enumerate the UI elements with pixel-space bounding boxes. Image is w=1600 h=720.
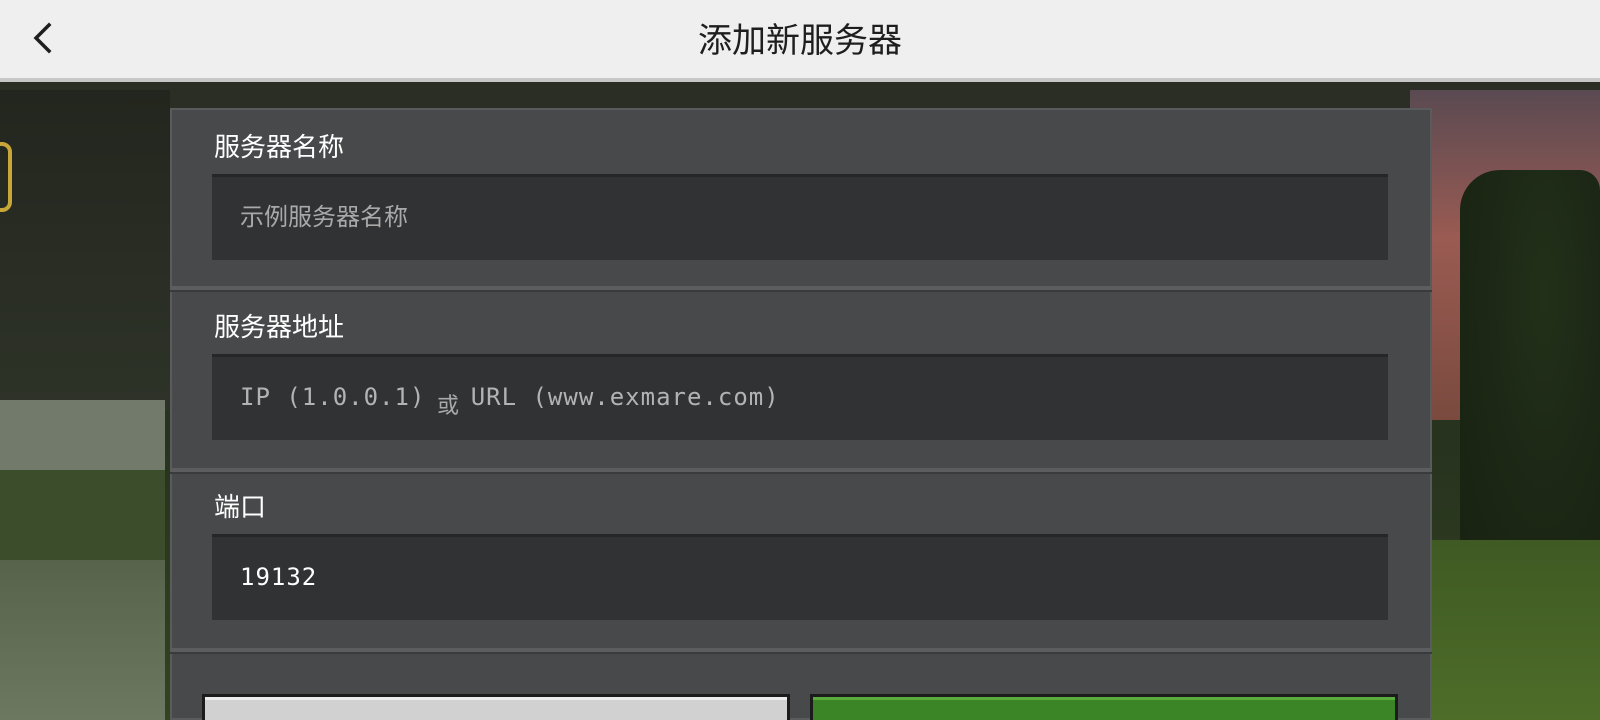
background-grass xyxy=(1410,540,1600,720)
placeholder-or-text: 或 xyxy=(437,394,460,419)
background-grass-block xyxy=(0,470,165,560)
port-value: 19132 xyxy=(240,563,318,591)
placeholder-ip-example: IP (1.0.0.1) xyxy=(240,383,426,411)
server-name-placeholder: 示例服务器名称 xyxy=(240,203,408,231)
server-name-label: 服务器名称 xyxy=(214,133,345,163)
server-address-label: 服务器地址 xyxy=(214,313,345,343)
server-address-placeholder: IP (1.0.0.1) 或 URL (www.exmare.com) xyxy=(240,354,780,440)
top-bar: 添加新服务器 xyxy=(0,0,1600,82)
port-input[interactable]: 19132 xyxy=(212,534,1388,620)
chevron-left-icon xyxy=(31,21,53,59)
background-tree xyxy=(1460,170,1600,590)
back-button[interactable] xyxy=(18,16,66,64)
server-name-section: 服务器名称 示例服务器名称 xyxy=(170,108,1432,286)
server-address-input[interactable]: IP (1.0.0.1) 或 URL (www.exmare.com) xyxy=(212,354,1388,440)
divider xyxy=(170,648,1432,654)
server-name-input[interactable]: 示例服务器名称 xyxy=(212,174,1388,260)
background-stone-block xyxy=(0,400,165,470)
placeholder-url-example: URL (www.exmare.com) xyxy=(470,383,780,411)
port-label: 端口 xyxy=(214,493,267,523)
port-section: 端口 19132 xyxy=(170,474,1432,652)
cancel-button[interactable] xyxy=(202,694,790,720)
background-hexagon-decoration xyxy=(0,142,12,212)
background-ground xyxy=(0,560,165,720)
save-button[interactable] xyxy=(810,694,1398,720)
page-title: 添加新服务器 xyxy=(698,21,902,61)
background-left-terrain xyxy=(0,90,170,410)
add-server-form: 服务器名称 示例服务器名称 服务器地址 IP (1.0.0.1) 或 URL (… xyxy=(170,108,1432,720)
server-address-section: 服务器地址 IP (1.0.0.1) 或 URL (www.exmare.com… xyxy=(170,292,1432,470)
